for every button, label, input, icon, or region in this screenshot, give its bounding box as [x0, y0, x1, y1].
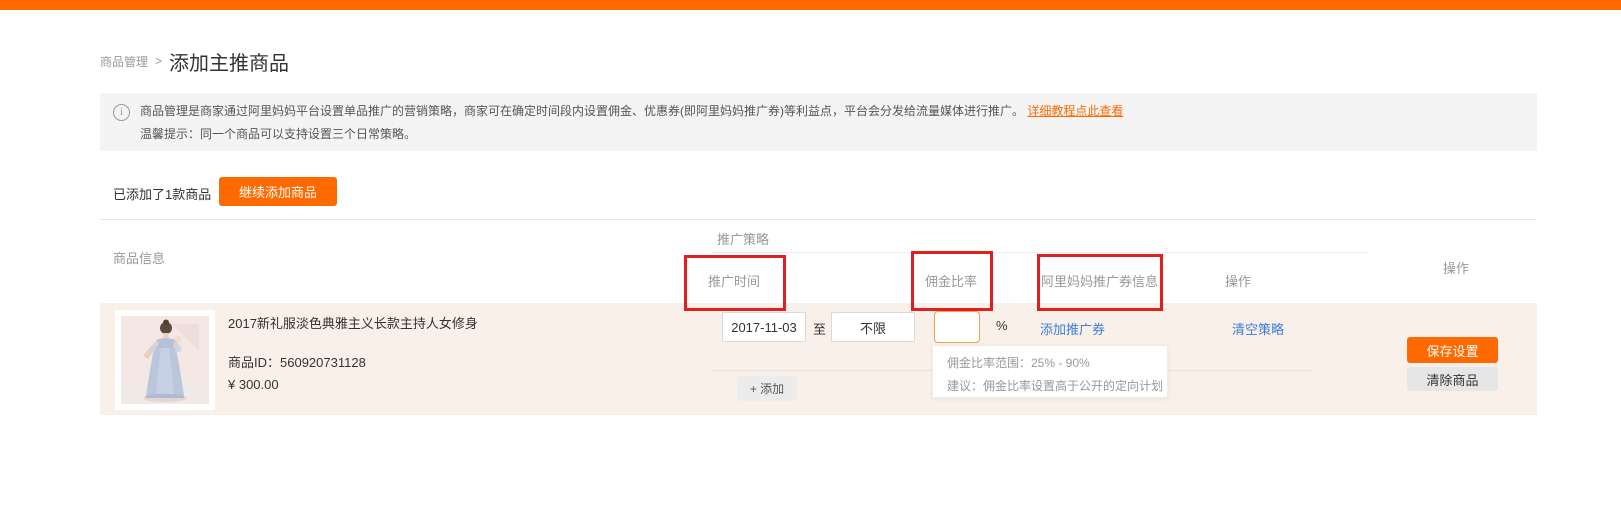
notice-text-line2: 温馨提示：同一个商品可以支持设置三个日常策略。	[140, 125, 416, 142]
added-count-text: 已添加了1款商品	[113, 184, 211, 203]
header-operation-outer: 操作	[1443, 258, 1469, 277]
header-promo-time: 推广时间	[708, 271, 760, 290]
header-product-info: 商品信息	[113, 248, 165, 267]
tutorial-link[interactable]: 详细教程点此查看	[1027, 104, 1123, 118]
commission-rate-input[interactable]	[934, 311, 980, 343]
product-title: 2017新礼服淡色典雅主义长款主持人女修身	[228, 313, 478, 332]
product-image	[115, 310, 215, 410]
save-settings-button[interactable]: 保存设置	[1407, 337, 1498, 363]
page-title: 添加主推商品	[169, 47, 289, 76]
header-coupon-info: 阿里妈妈推广券信息	[1041, 271, 1158, 290]
percent-sign: %	[996, 318, 1008, 333]
tooltip-advice-text: 建议：佣金比率设置高于公开的定向计划	[947, 377, 1167, 394]
breadcrumb: 商品管理 > 添加主推商品	[100, 46, 289, 76]
continue-add-button[interactable]: 继续添加商品	[219, 177, 337, 206]
add-coupon-link[interactable]: 添加推广券	[1040, 319, 1105, 338]
top-brand-bar	[0, 0, 1621, 10]
notice-text-line1: 商品管理是商家通过阿里妈妈平台设置单品推广的营销策略，商家可在确定时间段内设置佣…	[140, 102, 1123, 119]
tooltip-range-text: 佣金比率范围：25% - 90%	[947, 354, 1167, 371]
clear-strategy-link[interactable]: 清空策略	[1232, 319, 1284, 338]
info-circle-icon: i	[113, 104, 130, 121]
add-strategy-button[interactable]: + 添加	[737, 376, 797, 401]
promo-end-date-input[interactable]	[831, 312, 915, 342]
header-operation-inner: 操作	[1225, 271, 1251, 290]
product-price: ¥ 300.00	[228, 377, 279, 392]
commission-tooltip: 佣金比率范围：25% - 90% 建议：佣金比率设置高于公开的定向计划	[932, 345, 1168, 398]
header-commission-rate: 佣金比率	[925, 271, 977, 290]
section-divider	[100, 219, 1537, 220]
product-id: 商品ID：560920731128	[228, 352, 366, 371]
notice-box: i 商品管理是商家通过阿里妈妈平台设置单品推广的营销策略，商家可在确定时间段内设…	[100, 93, 1537, 151]
page: 商品管理 > 添加主推商品 i 商品管理是商家通过阿里妈妈平台设置单品推广的营销…	[0, 0, 1621, 524]
remove-product-button[interactable]: 清除商品	[1407, 367, 1498, 391]
breadcrumb-parent-link[interactable]: 商品管理	[100, 53, 148, 70]
header-strategy-group: 推广策略	[717, 229, 769, 248]
date-range-to-label: 至	[813, 319, 826, 338]
strategy-group-divider	[712, 252, 1367, 253]
breadcrumb-separator: >	[155, 54, 162, 68]
promo-start-date-input[interactable]	[722, 312, 806, 342]
notice-text: 商品管理是商家通过阿里妈妈平台设置单品推广的营销策略，商家可在确定时间段内设置佣…	[140, 104, 1024, 118]
